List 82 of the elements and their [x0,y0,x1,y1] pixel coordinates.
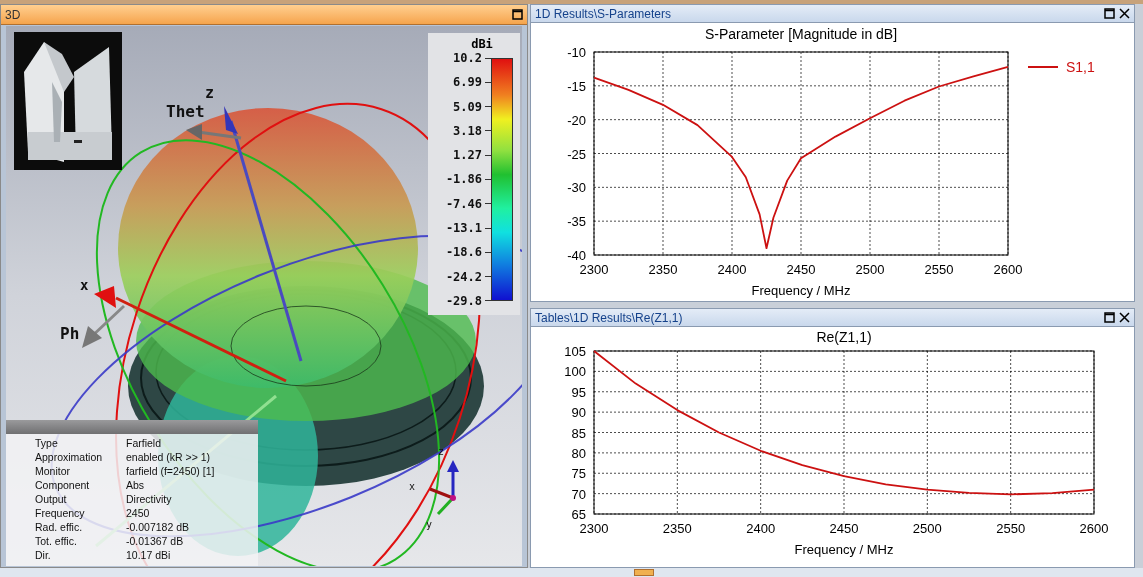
y-tick-label: 75 [571,466,586,482]
status-icon [634,569,654,576]
panel-title: Tables\1D Results\Re(Z1,1) [535,309,683,327]
x-tick-label: 2300 [579,521,609,536]
info-label: Dir. [35,549,52,561]
close-icon[interactable] [1119,8,1130,19]
info-label: Monitor [35,465,71,477]
chart-title: Re(Z1,1) [816,329,872,345]
axis-label: Thet [166,104,205,120]
x-tick-label: 2400 [717,262,747,277]
legend-unit: dBi [470,38,494,50]
scale-value: -24.2 [445,270,482,283]
axis-label: x [409,482,416,492]
y-tick-label: 65 [571,507,586,522]
info-value: -0.007182 dB [126,521,190,533]
axis-label: y [426,520,433,530]
panel-title: 1D Results\S-Parameters [535,5,672,23]
y-tick-label: 100 [564,364,586,380]
x-tick-label: 2450 [786,262,816,277]
x-tick-label: 2600 [993,262,1023,277]
info-value: -0.01367 dB [126,535,184,547]
y-tick-label: -10 [567,45,586,60]
scale-value: -13.1 [445,222,482,235]
legend-label: S1,1 [1066,59,1095,75]
info-value: enabled (kR >> 1) [126,451,211,463]
info-value: 10.17 dBi [126,549,171,561]
maximize-icon[interactable] [1104,8,1115,19]
info-label: Component [35,479,91,491]
y-tick-label: 105 [564,344,586,359]
info-value: Directivity [126,493,172,505]
info-label: Type [35,437,59,449]
scale-value: -29.8 [445,294,482,307]
close-icon[interactable] [1119,312,1130,323]
scale-value: -18.6 [445,246,482,259]
y-tick-label: -20 [567,112,586,128]
scale-value: 1.27 [453,149,482,162]
x-tick-label: 2550 [996,521,1026,536]
scale-value: 5.09 [453,100,482,113]
info-value: Farfield [126,437,161,449]
x-tick-label: 2500 [855,262,885,277]
chart-title: S-Parameter [Magnitude in dB] [704,26,898,42]
scale-value: -7.46 [445,197,482,210]
maximize-icon[interactable] [1104,312,1115,323]
x-tick-label: 2300 [579,262,609,277]
scale-value: -1.86 [445,173,482,186]
y-tick-label: -30 [567,180,586,196]
x-tick-label: 2450 [829,521,859,536]
info-value: farfield (f=2450) [1] [126,465,215,477]
info-label: Frequency [35,507,86,519]
y-tick-label: 85 [571,425,586,441]
panel-title: 3D [5,6,21,24]
y-tick-label: 90 [571,405,586,421]
axis-label: z [205,86,215,101]
x-tick-label: 2400 [746,521,776,536]
info-label: Output [35,493,68,505]
scale-value: 10.2 [453,52,482,64]
y-tick-label: -40 [567,248,586,263]
x-tick-label: 2550 [924,262,954,277]
x-tick-label: 2350 [648,262,678,277]
info-label: Approximation [35,451,104,463]
info-value: 2450 [126,507,150,519]
info-label: Tot. effic. [35,535,78,547]
info-value: Abs [126,479,145,491]
axis-label: Ph [60,326,80,342]
legend-line [1027,66,1059,68]
y-tick-label: -35 [567,214,586,230]
scale-value: 6.99 [453,76,482,89]
y-tick-label: -25 [567,146,586,162]
axis-label: x [80,278,89,292]
y-tick-label: 95 [571,384,586,400]
scale-value: 3.18 [453,124,482,137]
x-tick-label: 2350 [662,521,692,536]
y-tick-label: 80 [571,445,586,461]
x-tick-label: 2600 [1079,521,1109,536]
x-axis-label: Frequency / MHz [794,542,894,557]
y-tick-label: -15 [567,78,586,94]
x-axis-label: Frequency / MHz [751,283,851,298]
x-tick-label: 2500 [912,521,942,536]
maximize-icon[interactable] [512,9,523,20]
info-label: Rad. effic. [35,521,84,533]
y-tick-label: 70 [571,486,586,502]
axis-label: z [438,447,445,457]
